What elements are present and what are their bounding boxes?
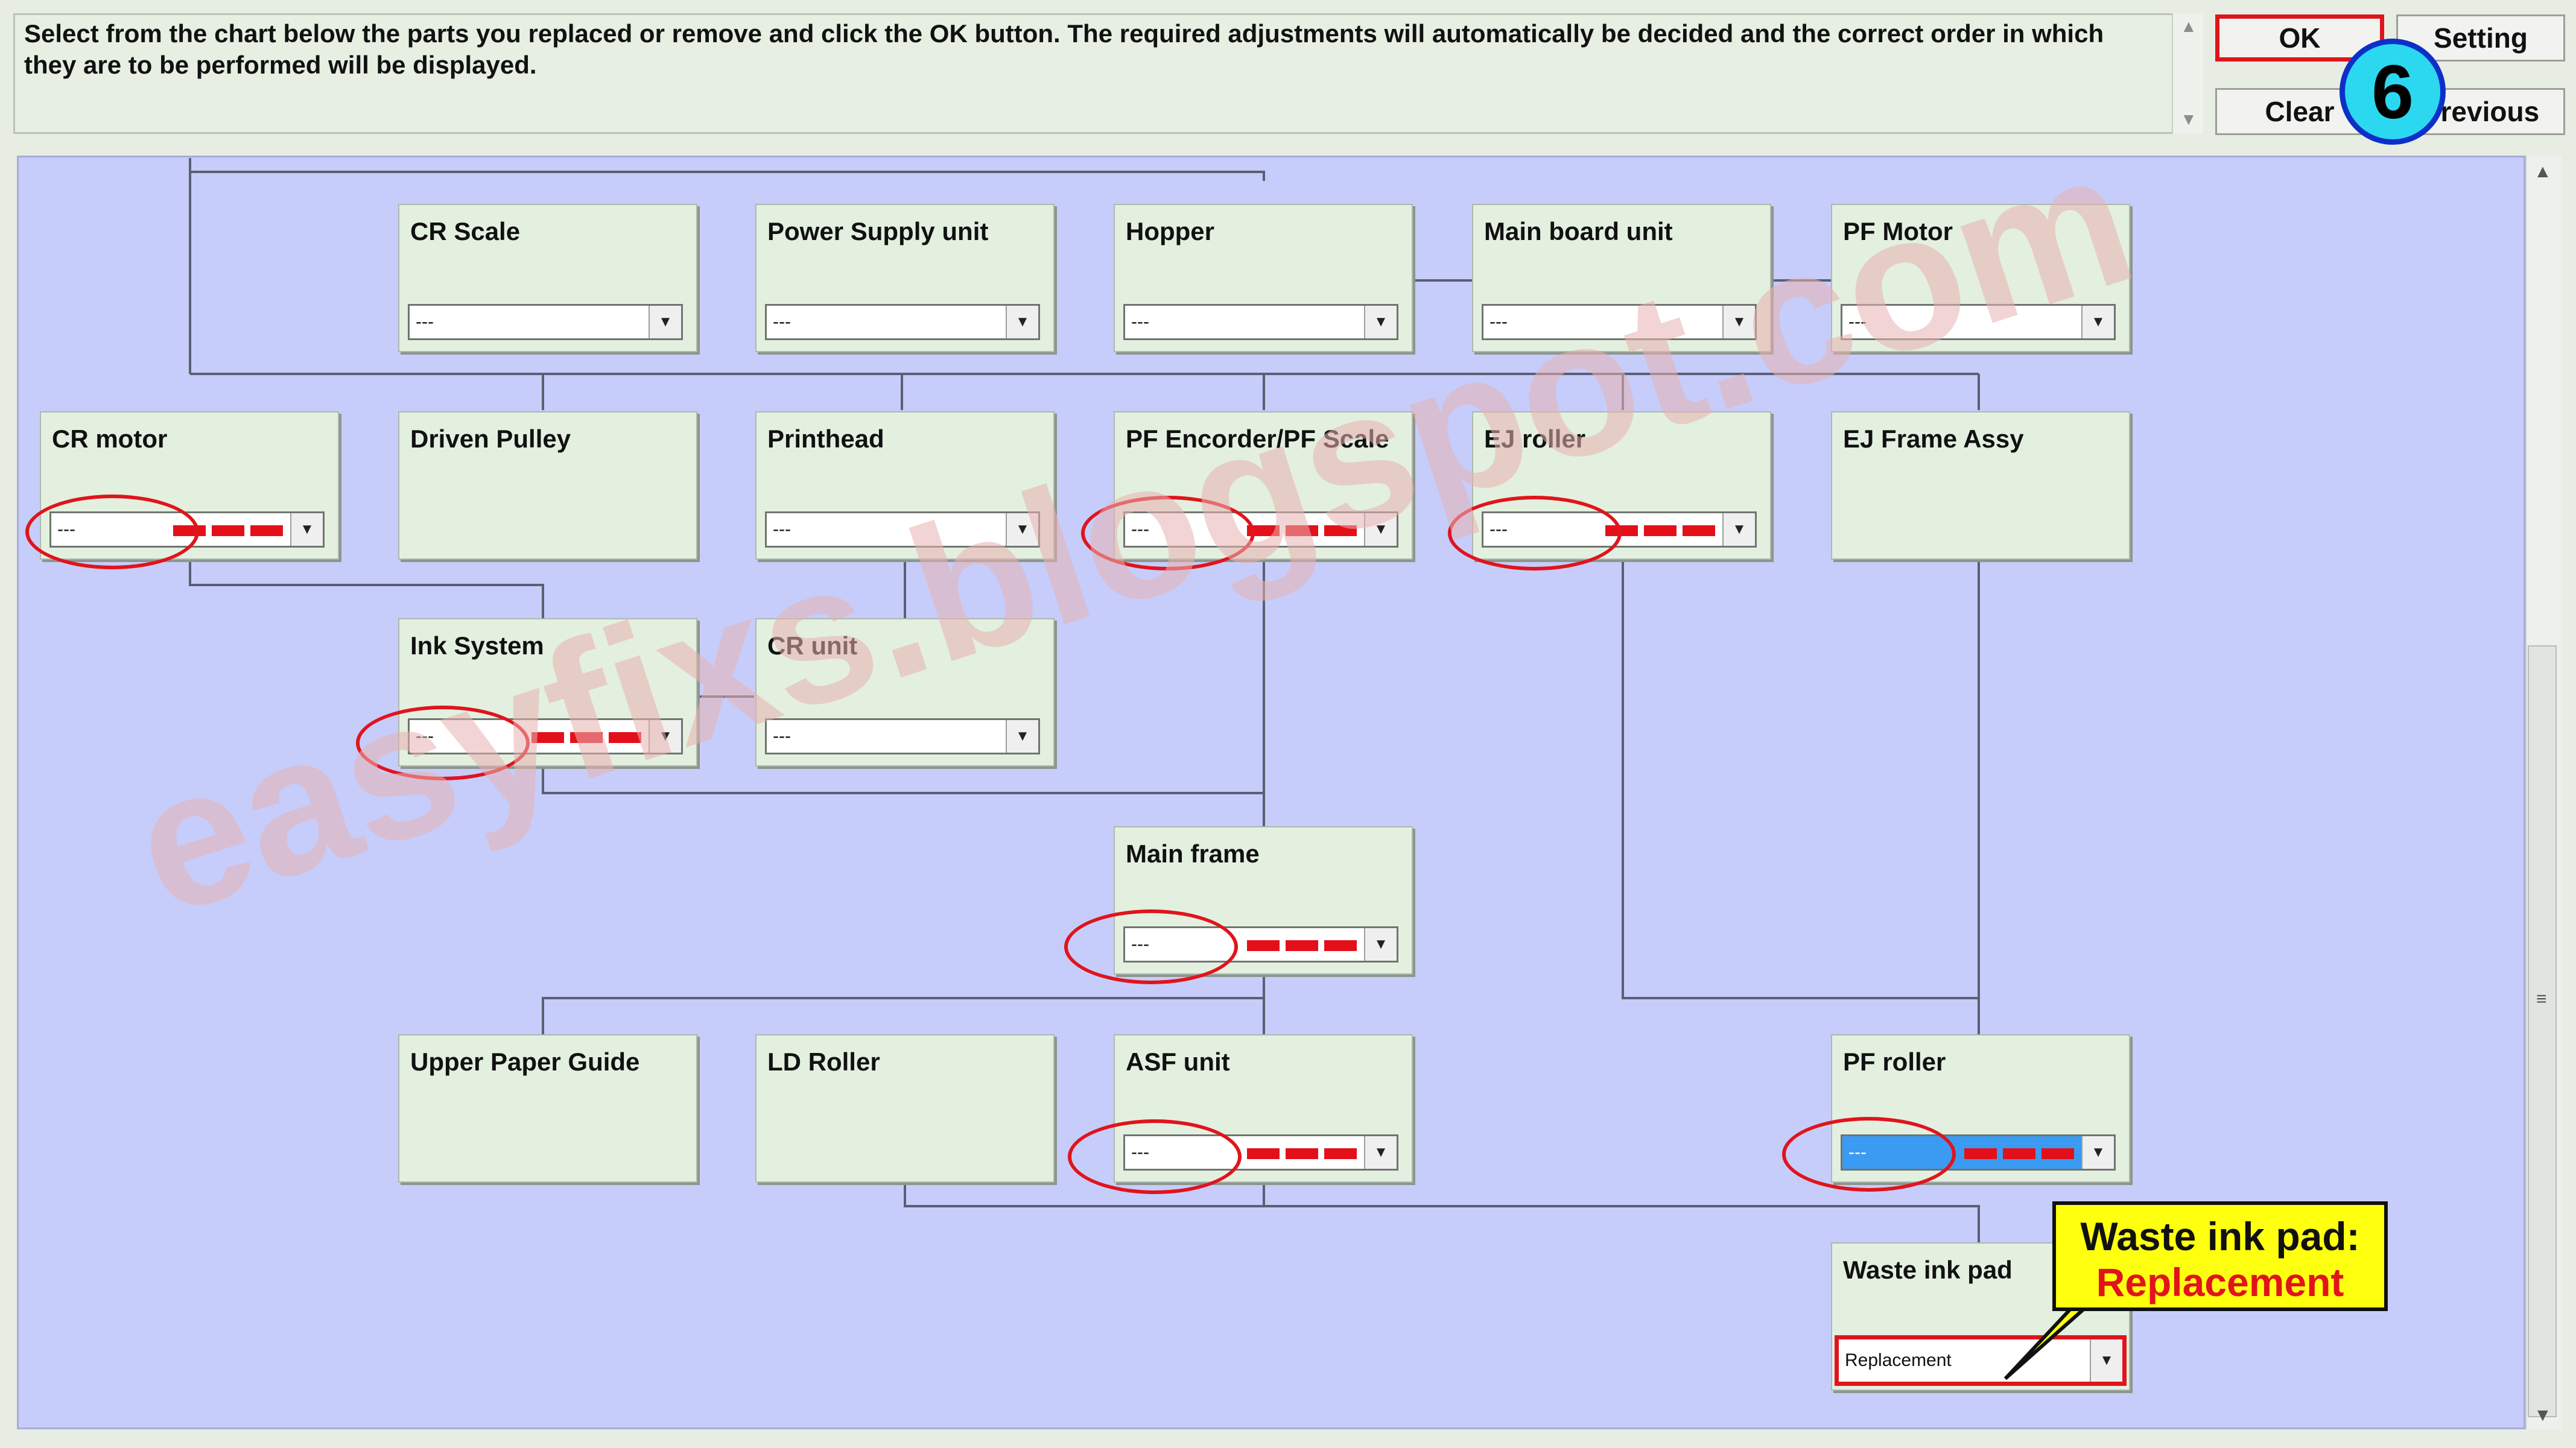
part-driven-pulley: Driven Pulley (398, 411, 697, 560)
part-label: Upper Paper Guide (410, 1048, 640, 1076)
callout-value: Replacement (2096, 1260, 2344, 1304)
part-label: Main board unit (1484, 217, 1673, 245)
part-label: Printhead (767, 425, 884, 453)
hopper-select[interactable]: --- ▼ (1123, 304, 1398, 340)
part-label: Power Supply unit (767, 217, 989, 245)
part-hopper: Hopper --- ▼ (1114, 204, 1413, 352)
highlight-ring (1064, 909, 1238, 984)
part-label: Hopper (1126, 217, 1214, 245)
red-dash-marker (1247, 940, 1357, 951)
highlight-ring (25, 495, 199, 569)
chevron-down-icon[interactable]: ▼ (1006, 720, 1038, 753)
part-ld-roller: LD Roller (755, 1034, 1055, 1183)
part-upper-paper-guide: Upper Paper Guide (398, 1034, 697, 1183)
part-power-supply: Power Supply unit --- ▼ (755, 204, 1055, 352)
red-dash-marker (1964, 1148, 2074, 1159)
part-label: Main frame (1126, 839, 1260, 868)
callout-title: Waste ink pad: (2080, 1214, 2360, 1259)
highlight-ring (1782, 1117, 1956, 1192)
part-cr-scale: CR Scale --- ▼ (398, 204, 697, 352)
highlight-ring (1068, 1119, 1242, 1194)
chevron-down-icon[interactable]: ▼ (2081, 1136, 2114, 1169)
chevron-down-icon[interactable]: ▼ (1364, 1136, 1397, 1169)
part-label: ASF unit (1126, 1048, 1230, 1076)
power-supply-select[interactable]: --- ▼ (765, 304, 1040, 340)
part-label: Driven Pulley (410, 425, 571, 453)
callout-box: Waste ink pad: Replacement (2052, 1201, 2388, 1311)
chevron-down-icon[interactable]: ▼ (1364, 928, 1397, 961)
chevron-down-icon[interactable]: ▼ (1722, 513, 1755, 546)
chevron-down-icon[interactable]: ▼ (1006, 306, 1038, 338)
cr-scale-select[interactable]: --- ▼ (408, 304, 683, 340)
part-label: EJ Frame Assy (1843, 425, 2024, 453)
chevron-down-icon[interactable]: ▼ (649, 306, 681, 338)
part-label: CR Scale (410, 217, 521, 245)
red-dash-marker (1605, 525, 1715, 536)
part-label: PF roller (1843, 1048, 1946, 1076)
part-label: Waste ink pad (1843, 1256, 2013, 1284)
part-label: LD Roller (767, 1048, 880, 1076)
part-ej-frame: EJ Frame Assy (1831, 411, 2130, 560)
chevron-down-icon[interactable]: ▼ (290, 513, 323, 546)
red-dash-marker (1247, 1148, 1357, 1159)
part-label: CR motor (52, 425, 168, 453)
